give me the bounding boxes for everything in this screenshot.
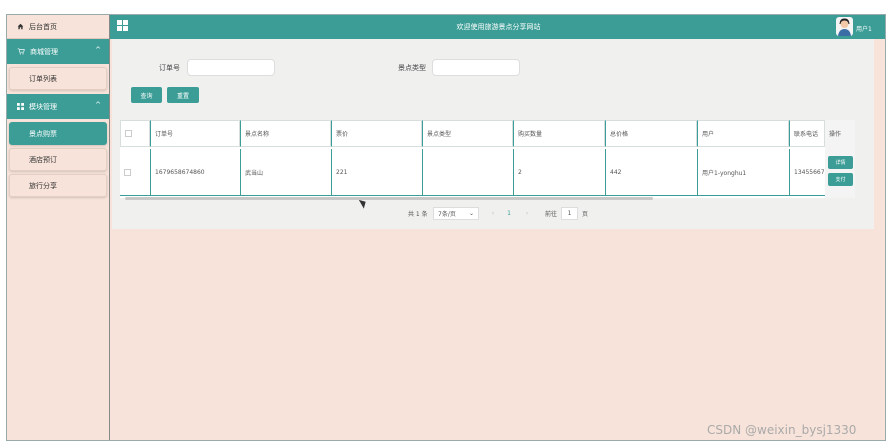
reset-button[interactable]: 重置 [167, 87, 199, 103]
detail-button[interactable]: 详情 [828, 156, 853, 169]
sidebar-item-label: 旅行分享 [29, 181, 57, 190]
col-spot-name: 景点名称 [240, 120, 331, 147]
home-icon [17, 23, 24, 30]
next-page-button[interactable]: › [520, 207, 534, 220]
cell-price: 221 [331, 149, 422, 196]
col-actions: 操作 [825, 120, 855, 147]
spot-type-input[interactable] [432, 59, 520, 76]
col-order-no: 订单号 [150, 120, 240, 147]
top-header: 欢迎使用旅游景点分享网站 用户1 [110, 15, 885, 39]
sidebar-group-label: 模块管理 [29, 102, 57, 111]
sidebar: 后台首页 商城管理 ^ 订单列表 模块管理 ^ 景点购票 酒店预订 旅行分享 [7, 15, 110, 440]
sidebar-home-label: 后台首页 [29, 22, 57, 31]
sidebar-item-label: 订单列表 [29, 74, 57, 83]
cell-spot-type [422, 149, 513, 196]
chevron-up-icon: ^ [95, 46, 101, 54]
actions-column: 操作 详情 支付 [825, 120, 855, 198]
watermark: CSDN @weixin_bysj1330 [707, 423, 857, 437]
col-total: 总价格 [605, 120, 697, 147]
row-select-cell [120, 149, 150, 196]
cell-spot-name: 武当山 [240, 149, 331, 196]
page-size-value: 7条/页 [438, 211, 456, 218]
chevron-down-icon: ⌄ [468, 210, 474, 217]
orders-table: 订单号 景点名称 票价 景点类型 购买数量 总价格 用户 联系电话 167965… [120, 120, 855, 198]
content-panel: 订单号 景点类型 查询 重置 订单号 景点名称 票价 景点类型 购买数量 总价格… [112, 39, 874, 229]
sidebar-item-share[interactable]: 旅行分享 [9, 174, 107, 197]
cell-total: 442 [605, 149, 697, 196]
cell-user: 用户1-yonghu1 [697, 149, 789, 196]
sidebar-item-hotel[interactable]: 酒店预订 [9, 148, 107, 171]
col-phone: 联系电话 [789, 120, 825, 147]
page-title: 欢迎使用旅游景点分享网站 [456, 23, 541, 31]
goto-page-input[interactable]: 1 [561, 207, 578, 220]
sidebar-group-label: 商城管理 [30, 47, 58, 56]
cell-quantity: 2 [513, 149, 605, 196]
spot-type-label: 景点类型 [398, 64, 426, 72]
query-button[interactable]: 查询 [131, 87, 162, 103]
goto-label: 前往 [545, 211, 558, 218]
cart-icon [17, 48, 25, 55]
sidebar-group-shop[interactable]: 商城管理 ^ [7, 39, 109, 64]
chevron-up-icon: ^ [95, 101, 101, 109]
col-user: 用户 [697, 120, 789, 147]
select-all-checkbox[interactable] [125, 130, 132, 137]
order-no-label: 订单号 [159, 64, 180, 72]
pagination-total: 共 1 条 [408, 211, 428, 218]
app-window: 后台首页 商城管理 ^ 订单列表 模块管理 ^ 景点购票 酒店预订 旅行分享 欢… [6, 14, 886, 441]
col-quantity: 购买数量 [513, 120, 605, 147]
page-size-select[interactable]: 7条/页 ⌄ [433, 207, 479, 220]
sidebar-item-label: 酒店预订 [29, 155, 57, 164]
avatar[interactable] [836, 17, 853, 36]
sidebar-item-label: 景点购票 [29, 129, 57, 138]
page-suffix: 页 [582, 211, 589, 218]
select-all-cell [120, 120, 150, 147]
sidebar-item-order-list[interactable]: 订单列表 [9, 67, 107, 90]
sidebar-item-ticket[interactable]: 景点购票 [9, 122, 107, 145]
cell-order-no: 1679658674860 [150, 149, 240, 196]
sidebar-group-modules[interactable]: 模块管理 ^ [7, 94, 109, 119]
cell-phone: 13455667 [789, 149, 825, 196]
sidebar-item-home[interactable]: 后台首页 [7, 15, 109, 39]
header-username[interactable]: 用户1 [856, 24, 872, 33]
table-horizontal-scrollbar[interactable] [125, 197, 653, 200]
grid-icon [17, 103, 24, 110]
col-spot-type: 景点类型 [422, 120, 513, 147]
page-number-current[interactable]: 1 [502, 207, 516, 220]
order-no-input[interactable] [187, 59, 275, 76]
pay-button[interactable]: 支付 [828, 173, 853, 186]
row-checkbox[interactable] [124, 168, 131, 176]
prev-page-button[interactable]: ‹ [486, 207, 500, 220]
col-price: 票价 [331, 120, 422, 147]
